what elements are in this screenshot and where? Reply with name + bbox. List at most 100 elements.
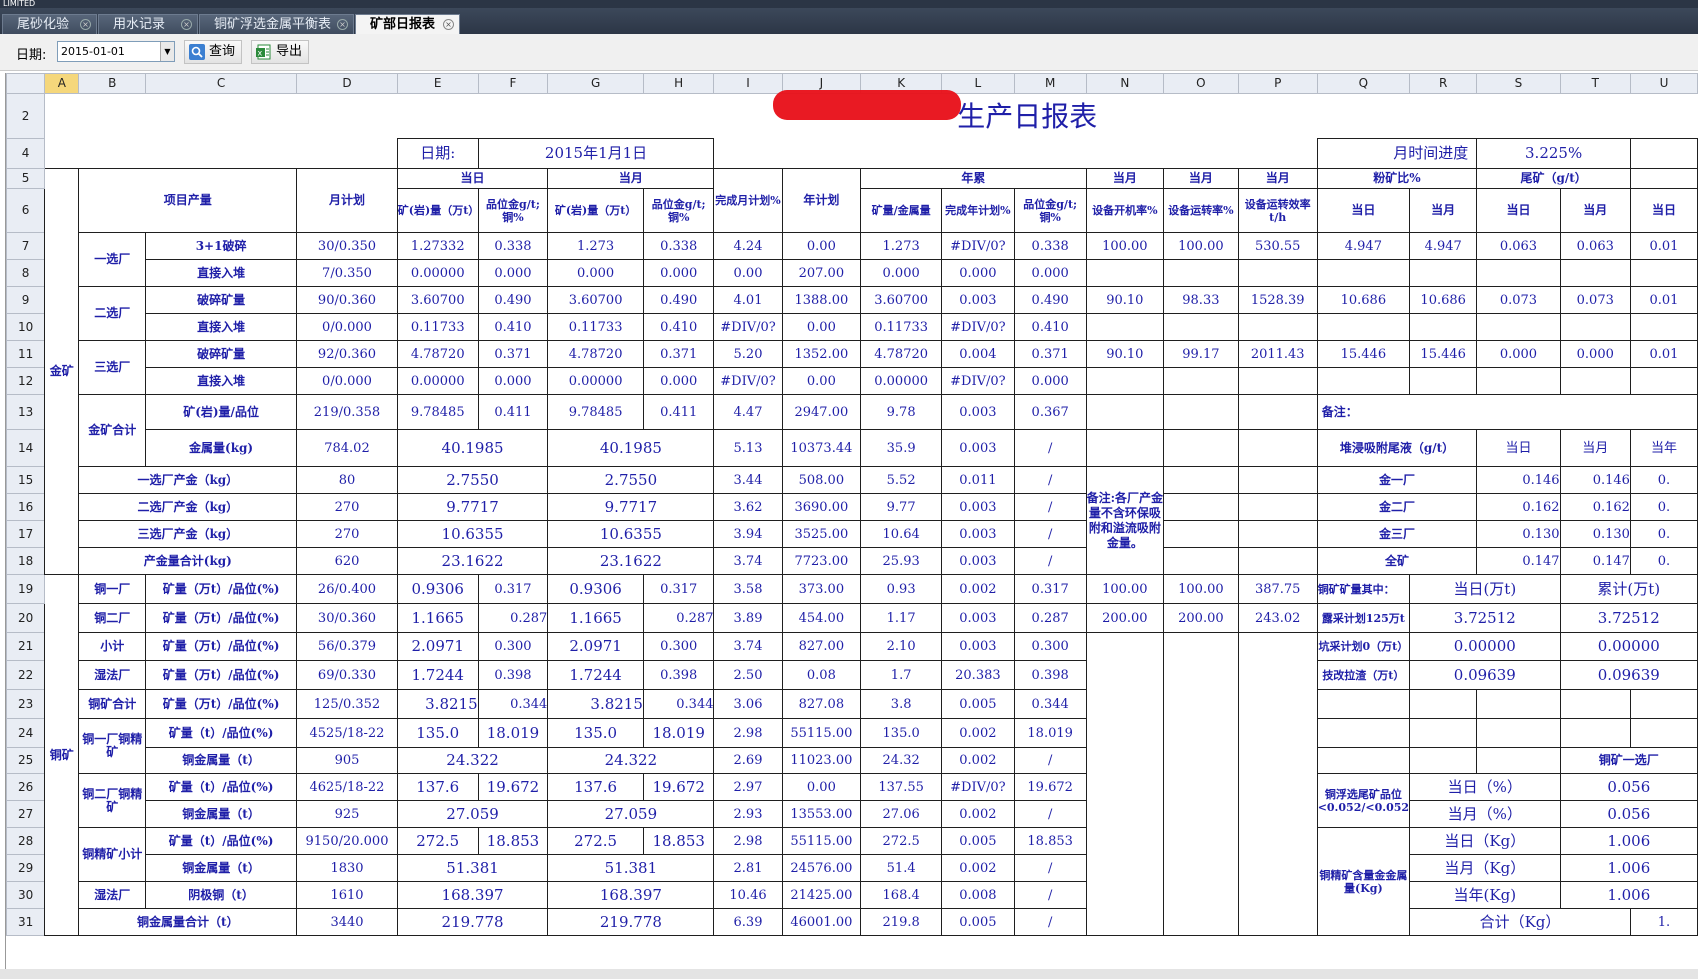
column-header[interactable]: D — [296, 73, 398, 94]
query-button[interactable]: 查询 — [184, 40, 243, 64]
column-header[interactable]: Q — [1316, 73, 1411, 94]
table-cell: 51.381 — [396, 854, 549, 882]
row-header[interactable]: 29 — [6, 854, 46, 882]
table-cell: 373.00 — [781, 574, 862, 604]
tab-water-record[interactable]: 用水记录 × — [98, 14, 198, 34]
tab-copper-balance[interactable]: 铜矿浮选金属平衡表 × — [199, 14, 354, 34]
row-header[interactable]: 11 — [6, 340, 46, 368]
column-header[interactable]: O — [1163, 73, 1239, 94]
date-picker[interactable]: 2015-01-01 ▼ — [57, 41, 175, 62]
table-cell: 0.130 — [1476, 520, 1561, 548]
close-icon[interactable]: × — [337, 19, 348, 30]
equip-eff-header: 设备运转效率t/h — [1237, 188, 1318, 233]
row-header[interactable]: 27 — [6, 800, 46, 828]
report-date: 2015年1月1日 — [477, 138, 715, 169]
table-cell: 0.003 — [941, 286, 1015, 314]
row-header[interactable]: 5 — [6, 168, 46, 189]
table-cell: 0. — [1629, 466, 1698, 494]
spreadsheet-grid[interactable]: A B C D E F G H I J K L M N O P Q R S T … — [5, 73, 1698, 979]
table-cell: 矿量（万t）/品位(%) — [144, 632, 298, 661]
row-header[interactable]: 30 — [6, 881, 46, 909]
row-header[interactable]: 18 — [6, 547, 46, 575]
export-button[interactable]: x 导出 — [251, 40, 310, 64]
row-header[interactable]: 21 — [6, 632, 46, 661]
row-header[interactable]: 19 — [6, 574, 46, 604]
row-header[interactable]: 17 — [6, 520, 46, 548]
table-cell: 100.00 — [1085, 232, 1165, 260]
table-cell: 137.55 — [860, 773, 943, 801]
table-cell: 1.7244 — [396, 660, 479, 690]
row-header[interactable]: 20 — [6, 603, 46, 633]
row-header[interactable]: 25 — [6, 747, 46, 774]
table-cell: #DIV/0? — [941, 313, 1015, 341]
row-header[interactable]: 4 — [6, 138, 46, 169]
close-icon[interactable]: × — [80, 19, 91, 30]
column-header[interactable]: G — [547, 73, 644, 94]
table-cell: 小计 — [78, 632, 146, 661]
column-header[interactable]: T — [1559, 73, 1631, 94]
row-header[interactable]: 15 — [6, 466, 46, 494]
svg-text:x: x — [258, 49, 263, 58]
tab-tailings-assay[interactable]: 尾砂化验 × — [2, 14, 97, 34]
table-cell: 135.0 — [547, 718, 644, 748]
table-cell: 219.778 — [547, 908, 715, 936]
table-cell: 铜金属量（t） — [144, 854, 298, 882]
column-header[interactable]: B — [78, 73, 146, 94]
table-cell: 技改拉渣（万t） — [1316, 660, 1411, 690]
tab-mine-daily-report[interactable]: 矿部日报表 × — [355, 14, 460, 34]
table-cell: 80 — [296, 466, 398, 494]
row-header[interactable]: 22 — [6, 660, 46, 690]
close-icon[interactable]: × — [443, 19, 454, 30]
table-cell: 3.74 — [713, 547, 783, 575]
chevron-down-icon[interactable]: ▼ — [160, 42, 174, 61]
column-header[interactable]: P — [1237, 73, 1318, 94]
note-cell: 备注:各厂产金量不含环保吸附和溢流吸附金量。 — [1085, 466, 1165, 575]
table-cell: 0.063 — [1476, 232, 1561, 260]
row-header[interactable]: 13 — [6, 394, 46, 430]
horizontal-scrollbar[interactable] — [0, 969, 1698, 979]
row-header[interactable]: 23 — [6, 689, 46, 719]
table-cell: 10.64 — [860, 520, 943, 548]
table-cell: 2.7550 — [396, 466, 549, 494]
row-header[interactable]: 28 — [6, 827, 46, 855]
table-cell: 当月 — [1559, 429, 1631, 467]
tailings-header: 尾矿（g/t） — [1476, 168, 1631, 189]
column-header[interactable]: N — [1085, 73, 1165, 94]
row-header[interactable]: 12 — [6, 367, 46, 395]
row-header[interactable]: 16 — [6, 493, 46, 521]
column-header[interactable]: I — [713, 73, 783, 94]
table-cell: 0/0.000 — [296, 367, 398, 395]
column-header[interactable]: H — [642, 73, 715, 94]
table-cell: 30/0.360 — [296, 603, 398, 633]
row-header[interactable]: 26 — [6, 773, 46, 801]
table-cell: 207.00 — [781, 259, 862, 287]
row-header[interactable]: 9 — [6, 286, 46, 314]
row-header[interactable]: 14 — [6, 429, 46, 467]
table-cell: 2.7550 — [547, 466, 715, 494]
table-cell: 0.056 — [1559, 800, 1698, 828]
row-header[interactable]: 10 — [6, 313, 46, 341]
table-cell: 0.317 — [1013, 574, 1087, 604]
column-header[interactable]: C — [144, 73, 298, 94]
column-header[interactable]: S — [1476, 73, 1561, 94]
close-icon[interactable]: × — [181, 19, 192, 30]
table-cell: 露采计划125万t — [1316, 603, 1411, 633]
row-header[interactable]: 24 — [6, 718, 46, 748]
row-header[interactable]: 8 — [6, 259, 46, 287]
table-cell: 4.24 — [713, 232, 783, 260]
column-header[interactable]: A — [44, 73, 80, 94]
column-header[interactable]: E — [396, 73, 479, 94]
table-cell: 99.17 — [1163, 340, 1239, 368]
row-header[interactable]: 7 — [6, 232, 46, 260]
corner-cell[interactable] — [6, 73, 46, 94]
row-header[interactable]: 2 — [6, 93, 46, 139]
column-header[interactable]: M — [1013, 73, 1087, 94]
table-cell: 219.8 — [860, 908, 943, 936]
row-header[interactable]: 6 — [6, 188, 46, 233]
column-header[interactable]: U — [1629, 73, 1698, 94]
row-header[interactable]: 31 — [6, 908, 46, 936]
column-header[interactable]: F — [477, 73, 549, 94]
column-header[interactable]: R — [1409, 73, 1478, 94]
table-cell: 0.00 — [781, 232, 862, 260]
table-cell: 3.62 — [713, 493, 783, 521]
